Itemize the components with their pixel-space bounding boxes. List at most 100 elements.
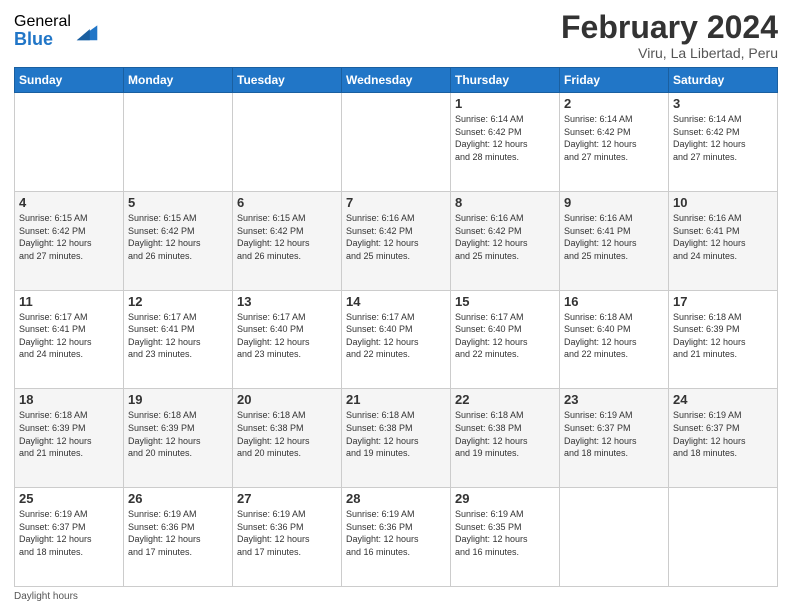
day-number: 20	[237, 392, 337, 407]
title-block: February 2024 Viru, La Libertad, Peru	[561, 10, 778, 61]
calendar-week-row: 4 Sunrise: 6:15 AM Sunset: 6:42 PM Daylig…	[15, 191, 778, 290]
calendar-cell: 6 Sunrise: 6:15 AM Sunset: 6:42 PM Daylig…	[233, 191, 342, 290]
calendar-cell: 1 Sunrise: 6:14 AM Sunset: 6:42 PM Daylig…	[451, 93, 560, 192]
calendar-cell: 28 Sunrise: 6:19 AM Sunset: 6:36 PM Dayli…	[342, 488, 451, 587]
calendar-cell	[233, 93, 342, 192]
calendar-week-row: 1 Sunrise: 6:14 AM Sunset: 6:42 PM Daylig…	[15, 93, 778, 192]
day-number: 9	[564, 195, 664, 210]
footer-note: Daylight hours	[14, 591, 778, 602]
calendar-title: February 2024	[561, 10, 778, 45]
day-number: 7	[346, 195, 446, 210]
day-info: Sunrise: 6:16 AM Sunset: 6:42 PM Dayligh…	[455, 212, 555, 262]
calendar-table: SundayMondayTuesdayWednesdayThursdayFrid…	[14, 67, 778, 587]
calendar-cell: 15 Sunrise: 6:17 AM Sunset: 6:40 PM Dayli…	[451, 290, 560, 389]
calendar-cell: 20Sunrise: 6:18 AM Sunset: 6:38 PM Dayli…	[233, 389, 342, 488]
calendar-cell: 17 Sunrise: 6:18 AM Sunset: 6:39 PM Dayli…	[669, 290, 778, 389]
day-number: 3	[673, 96, 773, 111]
calendar-cell: 14Sunrise: 6:17 AM Sunset: 6:40 PM Dayli…	[342, 290, 451, 389]
calendar-cell: 23Sunrise: 6:19 AM Sunset: 6:37 PM Dayli…	[560, 389, 669, 488]
header: General Blue February 2024 Viru, La Libe…	[14, 10, 778, 61]
day-info: Sunrise: 6:15 AM Sunset: 6:42 PM Dayligh…	[237, 212, 337, 262]
day-info: Sunrise: 6:18 AM Sunset: 6:39 PM Dayligh…	[19, 409, 119, 459]
day-number: 4	[19, 195, 119, 210]
calendar-cell: 21Sunrise: 6:18 AM Sunset: 6:38 PM Dayli…	[342, 389, 451, 488]
day-info: Sunrise: 6:16 AM Sunset: 6:42 PM Dayligh…	[346, 212, 446, 262]
calendar-cell: 12 Sunrise: 6:17 AM Sunset: 6:41 PM Dayli…	[124, 290, 233, 389]
day-info: Sunrise: 6:19 AM Sunset: 6:36 PM Dayligh…	[128, 508, 228, 558]
logo-text: General Blue	[14, 14, 71, 48]
day-info: Sunrise: 6:19 AM Sunset: 6:36 PM Dayligh…	[346, 508, 446, 558]
day-info: Sunrise: 6:17 AM Sunset: 6:41 PM Dayligh…	[19, 311, 119, 361]
day-info: Sunrise: 6:17 AM Sunset: 6:40 PM Dayligh…	[237, 311, 337, 361]
weekday-header-saturday: Saturday	[669, 68, 778, 93]
day-number: 6	[237, 195, 337, 210]
calendar-location: Viru, La Libertad, Peru	[561, 45, 778, 61]
weekday-header-sunday: Sunday	[15, 68, 124, 93]
calendar-cell	[560, 488, 669, 587]
logo-blue: Blue	[14, 30, 71, 48]
day-number: 17	[673, 294, 773, 309]
day-info: Sunrise: 6:16 AM Sunset: 6:41 PM Dayligh…	[673, 212, 773, 262]
day-number: 8	[455, 195, 555, 210]
calendar-cell: 18 Sunrise: 6:18 AM Sunset: 6:39 PM Dayli…	[15, 389, 124, 488]
day-number: 29	[455, 491, 555, 506]
day-info: Sunrise: 6:19 AM Sunset: 6:37 PM Dayligh…	[564, 409, 664, 459]
calendar-cell: 22 Sunrise: 6:18 AM Sunset: 6:38 PM Dayli…	[451, 389, 560, 488]
calendar-cell	[124, 93, 233, 192]
day-info: Sunrise: 6:14 AM Sunset: 6:42 PM Dayligh…	[673, 113, 773, 163]
calendar-cell: 4 Sunrise: 6:15 AM Sunset: 6:42 PM Daylig…	[15, 191, 124, 290]
logo-icon	[73, 16, 101, 44]
day-info: Sunrise: 6:18 AM Sunset: 6:39 PM Dayligh…	[673, 311, 773, 361]
calendar-cell: 11Sunrise: 6:17 AM Sunset: 6:41 PM Dayli…	[15, 290, 124, 389]
day-info: Sunrise: 6:17 AM Sunset: 6:40 PM Dayligh…	[455, 311, 555, 361]
calendar-cell: 8 Sunrise: 6:16 AM Sunset: 6:42 PM Daylig…	[451, 191, 560, 290]
day-number: 28	[346, 491, 446, 506]
day-info: Sunrise: 6:15 AM Sunset: 6:42 PM Dayligh…	[128, 212, 228, 262]
day-number: 24	[673, 392, 773, 407]
day-info: Sunrise: 6:15 AM Sunset: 6:42 PM Dayligh…	[19, 212, 119, 262]
day-info: Sunrise: 6:18 AM Sunset: 6:40 PM Dayligh…	[564, 311, 664, 361]
calendar-cell: 10 Sunrise: 6:16 AM Sunset: 6:41 PM Dayli…	[669, 191, 778, 290]
day-number: 22	[455, 392, 555, 407]
day-number: 25	[19, 491, 119, 506]
day-info: Sunrise: 6:19 AM Sunset: 6:35 PM Dayligh…	[455, 508, 555, 558]
calendar-cell: 24Sunrise: 6:19 AM Sunset: 6:37 PM Dayli…	[669, 389, 778, 488]
day-number: 5	[128, 195, 228, 210]
day-info: Sunrise: 6:19 AM Sunset: 6:36 PM Dayligh…	[237, 508, 337, 558]
day-info: Sunrise: 6:18 AM Sunset: 6:39 PM Dayligh…	[128, 409, 228, 459]
calendar-cell: 7 Sunrise: 6:16 AM Sunset: 6:42 PM Daylig…	[342, 191, 451, 290]
day-number: 15	[455, 294, 555, 309]
day-number: 12	[128, 294, 228, 309]
calendar-cell: 9 Sunrise: 6:16 AM Sunset: 6:41 PM Daylig…	[560, 191, 669, 290]
weekday-header-friday: Friday	[560, 68, 669, 93]
day-number: 18	[19, 392, 119, 407]
day-number: 26	[128, 491, 228, 506]
calendar-cell: 29 Sunrise: 6:19 AM Sunset: 6:35 PM Dayli…	[451, 488, 560, 587]
day-info: Sunrise: 6:18 AM Sunset: 6:38 PM Dayligh…	[455, 409, 555, 459]
day-info: Sunrise: 6:17 AM Sunset: 6:41 PM Dayligh…	[128, 311, 228, 361]
logo-general: General	[14, 14, 71, 30]
day-info: Sunrise: 6:18 AM Sunset: 6:38 PM Dayligh…	[346, 409, 446, 459]
calendar-week-row: 25 Sunrise: 6:19 AM Sunset: 6:37 PM Dayli…	[15, 488, 778, 587]
calendar-cell: 5 Sunrise: 6:15 AM Sunset: 6:42 PM Daylig…	[124, 191, 233, 290]
weekday-header-tuesday: Tuesday	[233, 68, 342, 93]
calendar-cell: 3 Sunrise: 6:14 AM Sunset: 6:42 PM Daylig…	[669, 93, 778, 192]
weekday-header-wednesday: Wednesday	[342, 68, 451, 93]
day-number: 19	[128, 392, 228, 407]
weekday-header-thursday: Thursday	[451, 68, 560, 93]
calendar-cell: 26 Sunrise: 6:19 AM Sunset: 6:36 PM Dayli…	[124, 488, 233, 587]
weekday-header-row: SundayMondayTuesdayWednesdayThursdayFrid…	[15, 68, 778, 93]
day-number: 14	[346, 294, 446, 309]
calendar-cell: 25 Sunrise: 6:19 AM Sunset: 6:37 PM Dayli…	[15, 488, 124, 587]
calendar-cell	[15, 93, 124, 192]
calendar-page: General Blue February 2024 Viru, La Libe…	[0, 0, 792, 612]
calendar-cell: 2Sunrise: 6:14 AM Sunset: 6:42 PM Daylig…	[560, 93, 669, 192]
day-number: 1	[455, 96, 555, 111]
calendar-week-row: 18 Sunrise: 6:18 AM Sunset: 6:39 PM Dayli…	[15, 389, 778, 488]
day-info: Sunrise: 6:19 AM Sunset: 6:37 PM Dayligh…	[19, 508, 119, 558]
day-info: Sunrise: 6:16 AM Sunset: 6:41 PM Dayligh…	[564, 212, 664, 262]
calendar-cell: 27Sunrise: 6:19 AM Sunset: 6:36 PM Dayli…	[233, 488, 342, 587]
day-info: Sunrise: 6:14 AM Sunset: 6:42 PM Dayligh…	[455, 113, 555, 163]
calendar-cell: 16Sunrise: 6:18 AM Sunset: 6:40 PM Dayli…	[560, 290, 669, 389]
day-number: 10	[673, 195, 773, 210]
